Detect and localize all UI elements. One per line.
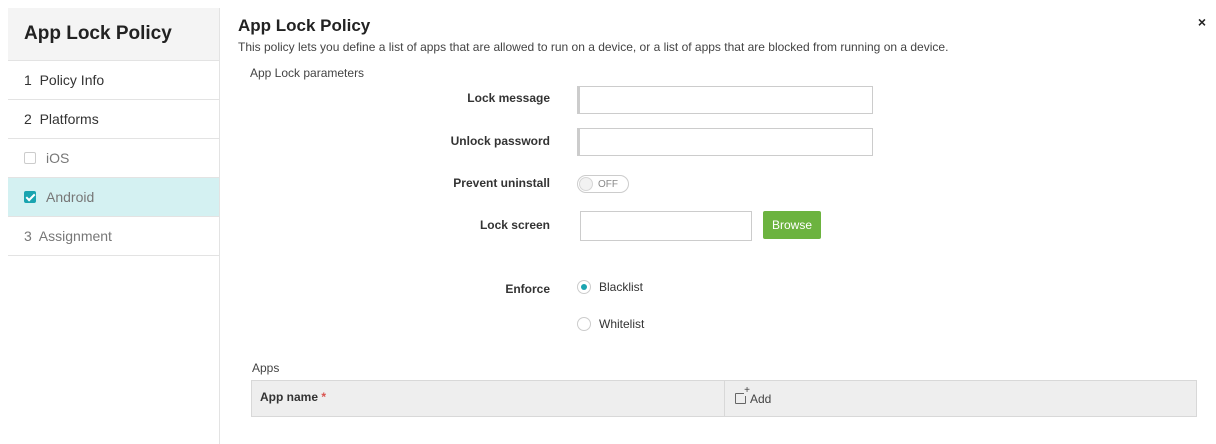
lock-screen-label: Lock screen xyxy=(479,218,550,232)
browse-button[interactable]: Browse xyxy=(763,211,821,239)
add-icon xyxy=(735,386,750,404)
page-title: App Lock Policy xyxy=(238,16,371,35)
sidebar-title: App Lock Policy xyxy=(8,8,219,61)
apps-table: App name * Add xyxy=(251,380,1197,417)
sidebar-item-ios[interactable]: iOS xyxy=(8,139,219,178)
radio-label: Blacklist xyxy=(599,280,644,294)
enforce-label: Enforce xyxy=(505,282,550,296)
sidebar-item-label: 1 Policy Info xyxy=(24,72,105,88)
page-description: This policy lets you define a list of ap… xyxy=(238,40,949,54)
lock-message-input[interactable] xyxy=(577,86,873,114)
prevent-uninstall-toggle[interactable]: OFF xyxy=(577,175,629,193)
blacklist-radio[interactable] xyxy=(577,280,591,294)
close-icon[interactable]: × xyxy=(1198,14,1206,30)
unlock-password-input[interactable] xyxy=(577,128,873,156)
add-label: Add xyxy=(750,391,772,406)
blacklist-option[interactable]: Blacklist xyxy=(577,280,643,294)
app-name-column-header: App name * xyxy=(252,381,725,416)
sidebar-item-platforms[interactable]: 2 Platforms xyxy=(8,100,219,139)
whitelist-option[interactable]: Whitelist xyxy=(577,317,644,331)
lock-message-label: Lock message xyxy=(467,91,550,105)
sidebar-item-android[interactable]: Android xyxy=(8,178,219,217)
sidebar-item-policy-info[interactable]: 1 Policy Info xyxy=(8,61,219,100)
whitelist-radio[interactable] xyxy=(577,317,591,331)
lock-screen-input[interactable] xyxy=(580,211,752,241)
main-content: App Lock Policy This policy lets you def… xyxy=(238,0,1216,444)
section-label: App Lock parameters xyxy=(250,66,365,80)
sidebar-item-assignment[interactable]: 3 Assignment xyxy=(8,217,219,256)
app-name-label: App name xyxy=(260,390,319,404)
ios-checkbox[interactable] xyxy=(24,152,36,164)
android-checkbox[interactable] xyxy=(24,191,36,203)
required-mark: * xyxy=(321,390,327,404)
prevent-uninstall-label: Prevent uninstall xyxy=(453,176,550,190)
toggle-state: OFF xyxy=(598,178,618,190)
sidebar-item-label: 2 Platforms xyxy=(24,111,99,127)
sidebar-item-label: Android xyxy=(46,189,95,205)
sidebar: App Lock Policy 1 Policy Info 2 Platform… xyxy=(8,8,220,444)
add-app-button[interactable]: Add xyxy=(725,381,771,416)
apps-label: Apps xyxy=(252,361,280,375)
sidebar-item-label: iOS xyxy=(46,150,70,166)
sidebar-item-label: 3 Assignment xyxy=(24,228,112,244)
unlock-password-label: Unlock password xyxy=(450,134,550,148)
radio-label: Whitelist xyxy=(599,317,645,331)
